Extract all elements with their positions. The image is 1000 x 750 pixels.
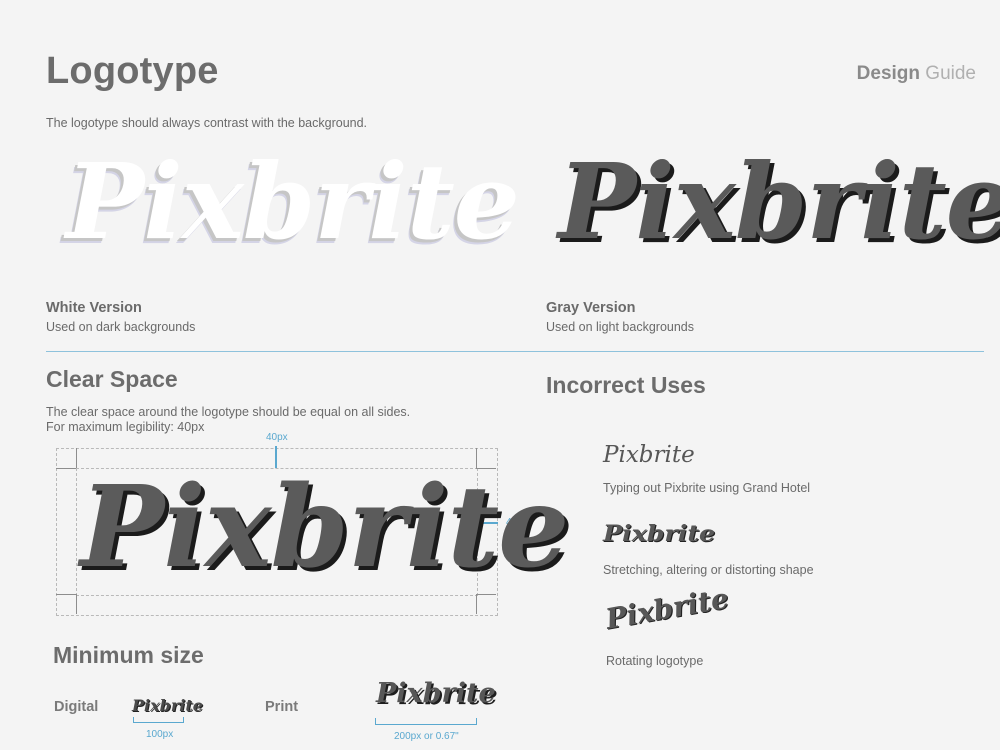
corner-tick	[76, 594, 77, 614]
digital-measure-line	[133, 722, 183, 723]
digital-measure-tick	[183, 717, 184, 723]
page-title: Logotype	[46, 50, 219, 92]
clear-space-title: Clear Space	[46, 366, 178, 392]
brand-light: Guide	[925, 63, 976, 84]
corner-tick	[76, 448, 77, 468]
corner-tick	[56, 594, 76, 595]
intro-text: The logotype should always contrast with…	[46, 116, 368, 130]
incorrect-typed-desc: Typing out Pixbrite using Grand Hotel	[603, 481, 811, 495]
incorrect-stretched-logo: Pixbrite	[603, 521, 716, 547]
minimum-size-title: Minimum size	[53, 642, 204, 668]
corner-tick	[476, 594, 496, 595]
brand-label: Design Guide	[857, 63, 976, 85]
incorrect-rotated-desc: Rotating logotype	[606, 654, 704, 668]
gray-version-desc: Used on light backgrounds	[546, 320, 695, 334]
print-measure-tick	[476, 718, 477, 725]
incorrect-stretched-desc: Stretching, altering or distorting shape	[603, 563, 814, 577]
logo-clear-space: Pixbrite	[80, 462, 569, 593]
incorrect-typed-logo: Pixbrite	[603, 442, 695, 468]
digital-label: Digital	[54, 699, 99, 715]
gray-version-label: Gray Version	[546, 300, 636, 316]
print-label: Print	[265, 699, 299, 715]
print-measure-line	[375, 724, 477, 725]
print-min-logo: Pixbrite	[376, 678, 496, 709]
digital-size-label: 100px	[146, 729, 174, 740]
section-divider	[46, 351, 984, 352]
incorrect-uses-title: Incorrect Uses	[546, 372, 706, 398]
brand-bold: Design	[856, 63, 921, 84]
incorrect-rotated-logo: Pixbrite	[603, 581, 732, 636]
logo-gray-version: Pixbrite	[558, 140, 1000, 263]
logo-white-version: Pixbrite	[66, 140, 520, 263]
clear-space-line1: The clear space around the logotype shou…	[46, 405, 411, 419]
corner-tick	[476, 594, 477, 614]
digital-min-logo: Pixbrite	[132, 696, 203, 715]
clear-space-line2: For maximum legibility: 40px	[46, 420, 205, 434]
white-version-label: White Version	[46, 300, 142, 316]
corner-tick	[56, 468, 76, 469]
print-measure-tick	[375, 718, 376, 725]
top-measure-label: 40px	[266, 432, 288, 443]
digital-measure-tick	[133, 717, 134, 723]
print-size-label: 200px or 0.67"	[394, 731, 459, 742]
white-version-desc: Used on dark backgrounds	[46, 320, 196, 334]
